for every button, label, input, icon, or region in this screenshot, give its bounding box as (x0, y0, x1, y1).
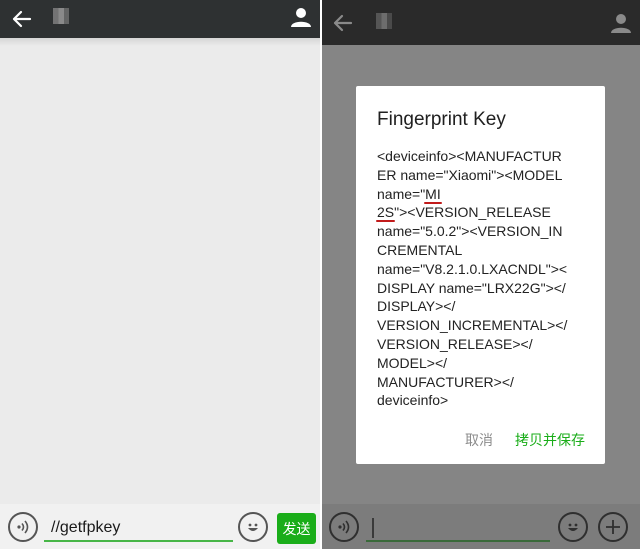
send-button[interactable]: 发送 (277, 513, 316, 544)
chat-screen-right: Fingerprint Key <deviceinfo><MANUFACTUR … (322, 0, 640, 549)
body-text: "><VERSION_RELEASE (394, 204, 551, 221)
pixelated-contact-name (376, 13, 392, 29)
plus-icon[interactable] (598, 512, 628, 542)
text-caret (372, 518, 374, 538)
body-line: 2S"><VERSION_RELEASE (377, 203, 591, 222)
chat-screen-left: //getfpkey 发送 (0, 0, 322, 549)
person-icon[interactable] (610, 12, 632, 34)
dialog-body: <deviceinfo><MANUFACTUR ER name="Xiaomi"… (377, 147, 591, 410)
underlined-model-text: MI (425, 185, 441, 202)
input-bar: //getfpkey 发送 (0, 504, 322, 549)
input-bar-dimmed (322, 504, 640, 549)
body-line: <deviceinfo><MANUFACTUR (377, 148, 562, 164)
body-line: MODEL></ (377, 354, 448, 371)
person-icon[interactable] (290, 6, 312, 28)
top-bar (0, 0, 322, 38)
fingerprint-key-dialog: Fingerprint Key <deviceinfo><MANUFACTUR … (356, 86, 605, 464)
body-line: VERSION_INCREMENTAL></ (377, 317, 568, 334)
dialog-actions: 取消 拷贝并保存 (465, 430, 585, 450)
message-input[interactable] (366, 514, 550, 542)
body-line: MANUFACTURER></ (377, 373, 514, 390)
body-line: name="5.0.2"><VERSION_IN (377, 223, 563, 240)
body-line: CREMENTAL (377, 241, 463, 258)
back-arrow-icon[interactable] (9, 6, 35, 32)
body-line: ER name="Xiaomi"><MODEL (377, 166, 563, 183)
body-line: VERSION_RELEASE></ (377, 335, 533, 352)
voice-icon[interactable] (329, 512, 359, 542)
copy-and-save-button[interactable]: 拷贝并保存 (515, 430, 585, 450)
header-shadow (0, 38, 322, 46)
body-line: DISPLAY name="LRX22G"></ (377, 279, 566, 296)
message-input-text: //getfpkey (51, 519, 121, 536)
underlined-model-text: 2S (377, 204, 395, 221)
voice-icon[interactable] (8, 512, 38, 542)
body-line: DISPLAY></ (377, 298, 456, 315)
message-input[interactable]: //getfpkey (44, 514, 233, 542)
body-line: name="V8.2.1.0.LXACNDL">< (377, 260, 568, 277)
emoji-icon[interactable] (238, 512, 268, 542)
top-bar-dimmed (322, 0, 640, 45)
body-line: name="MI (377, 185, 591, 204)
cancel-button[interactable]: 取消 (465, 430, 493, 450)
pixelated-contact-name (53, 8, 69, 24)
body-text: name=" (377, 185, 426, 202)
back-arrow-icon[interactable] (330, 10, 356, 36)
dialog-title: Fingerprint Key (377, 109, 506, 130)
emoji-icon[interactable] (558, 512, 588, 542)
body-line: deviceinfo> (377, 392, 449, 409)
